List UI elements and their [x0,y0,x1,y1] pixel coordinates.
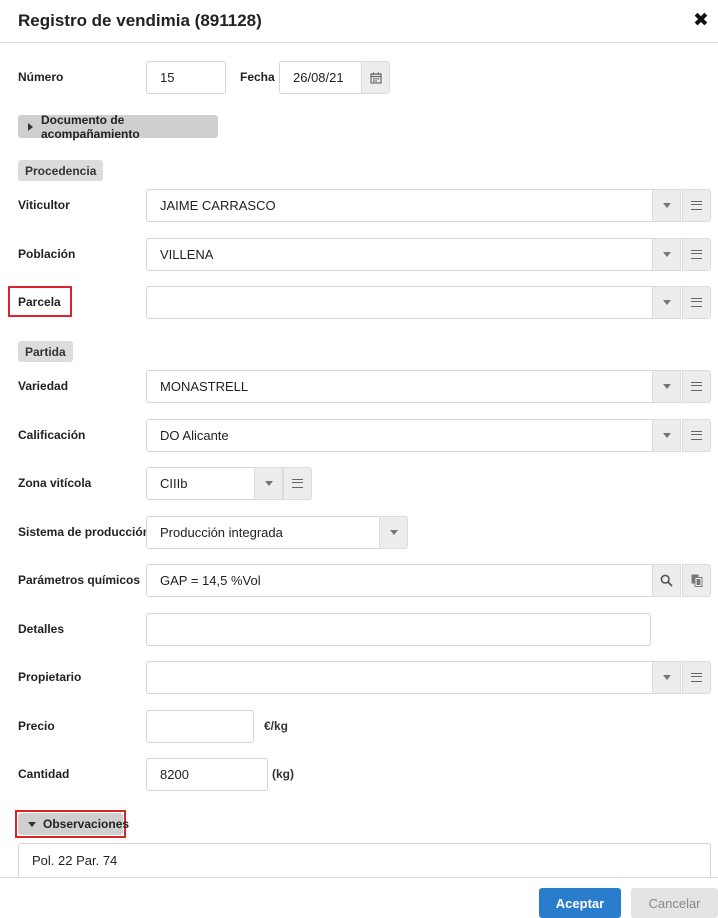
dialog-header: Registro de vendimia (891128) ✖ [0,0,718,43]
list-icon[interactable] [682,661,711,694]
poblacion-label: Población [18,247,76,261]
cantidad-unit: (kg) [272,767,294,781]
list-icon[interactable] [682,286,711,319]
chevron-down-icon[interactable] [652,419,681,452]
list-icon[interactable] [682,238,711,271]
chevron-down-icon[interactable] [652,286,681,319]
parcela-input[interactable] [146,286,653,319]
variedad-label: Variedad [18,379,69,393]
sistema-label: Sistema de producción [18,525,151,539]
chevron-down-icon[interactable] [652,189,681,222]
numero-label: Número [18,70,64,84]
chevron-down-icon[interactable] [652,238,681,271]
propietario-input[interactable] [146,661,653,694]
list-icon[interactable] [283,467,312,500]
viticultor-label: Viticultor [18,198,70,212]
cantidad-label: Cantidad [18,767,70,781]
calificacion-input[interactable]: DO Alicante [146,419,653,452]
search-icon[interactable] [652,564,681,597]
chevron-down-icon[interactable] [652,370,681,403]
propietario-label: Propietario [18,670,82,684]
close-icon[interactable]: ✖ [693,9,709,32]
chevron-down-icon[interactable] [379,516,408,549]
detalles-label: Detalles [18,622,65,636]
observaciones-label: Observaciones [43,817,130,831]
calendar-icon[interactable] [361,61,390,94]
list-icon[interactable] [682,189,711,222]
observaciones-toggle[interactable]: Observaciones [18,813,129,835]
dialog-title: Registro de vendimia (891128) [18,11,262,30]
precio-unit: €/kg [264,719,289,733]
cancel-button[interactable]: Cancelar [631,888,718,918]
fecha-label: Fecha [240,70,275,84]
parametros-label: Parámetros químicos [18,573,141,587]
variedad-input[interactable]: MONASTRELL [146,370,653,403]
list-icon[interactable] [682,419,711,452]
dialog-footer: Aceptar Cancelar [0,877,718,918]
parcela-label: Parcela [18,295,61,309]
chevron-down-icon[interactable] [652,661,681,694]
zona-label: Zona vitícola [18,476,92,490]
precio-label: Precio [18,719,55,733]
section-procedencia: Procedencia [18,160,104,181]
numero-input[interactable]: 15 [146,61,226,94]
zona-input[interactable]: CIIIb [146,467,255,500]
documento-label: Documento de acompañamiento [41,112,140,141]
list-icon[interactable] [682,370,711,403]
poblacion-input[interactable]: VILLENA [146,238,653,271]
section-partida: Partida [18,341,73,362]
viticultor-input[interactable]: JAIME CARRASCO [146,189,653,222]
parametros-input[interactable]: GAP = 14,5 %Vol [146,564,653,597]
caret-down-icon [28,821,36,827]
caret-right-icon [28,122,33,131]
documento-toggle[interactable]: Documento de acompañamiento [18,112,218,141]
detalles-input[interactable] [146,613,651,646]
accept-button[interactable]: Aceptar [539,888,621,918]
fecha-input[interactable]: 26/08/21 [279,61,363,94]
cantidad-input[interactable]: 8200 [146,758,268,791]
chevron-down-icon[interactable] [254,467,283,500]
sistema-select[interactable]: Producción integrada [146,516,380,549]
calificacion-label: Calificación [18,428,86,442]
copy-icon[interactable] [682,564,711,597]
precio-input[interactable] [146,710,254,743]
